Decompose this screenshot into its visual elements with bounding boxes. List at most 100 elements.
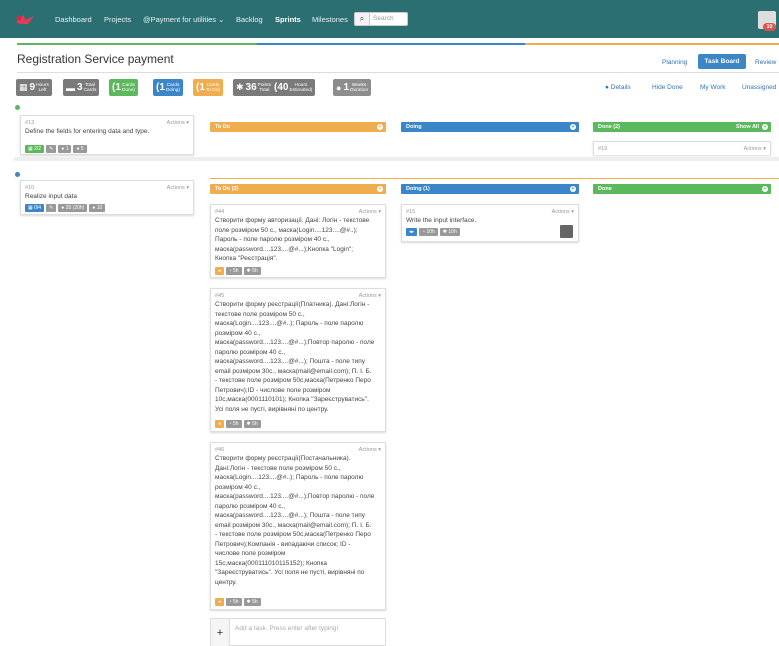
card-actions-menu[interactable]: Actions ▾ <box>744 146 766 152</box>
add-task-input[interactable]: Add a task. Press enter after typing! <box>235 625 338 632</box>
tab-review[interactable]: Review <box>755 59 776 66</box>
nav-dashboard[interactable]: Dashboard <box>55 15 92 24</box>
nav-sprints[interactable]: Sprints <box>275 15 301 24</box>
tab-planning[interactable]: Planning <box>662 59 687 66</box>
story-card[interactable]: #13 Actions ▾ Define the fields for ente… <box>20 115 194 155</box>
estimate-badge: ◔ 5h <box>225 420 242 428</box>
lane-status-dot <box>15 105 20 110</box>
details-toggle[interactable]: ● Details <box>605 84 631 91</box>
calendar-icon: ▦ <box>19 82 28 92</box>
stat-points-total: ✱ 36 Points Total (40 Hours Estimated) <box>233 79 316 96</box>
card-description: Створити форму реєстрації(Платника). Дан… <box>215 301 375 413</box>
tab-task-board[interactable]: Task Board <box>698 54 746 69</box>
add-circle-icon[interactable]: + <box>377 124 383 130</box>
add-circle-icon[interactable]: + <box>762 186 768 192</box>
hours-badge: ● 10 <box>89 204 106 212</box>
nav-project-dropdown[interactable]: @Payment for utilities ⌄ <box>143 15 224 24</box>
card-description: Створити форму реєстрації(Постачальника)… <box>215 455 375 586</box>
card-actions-menu[interactable]: Actions ▾ <box>167 185 189 191</box>
card-actions-menu[interactable]: Actions ▾ <box>359 293 381 299</box>
edit-icon[interactable]: ✎ <box>46 204 57 212</box>
caret-down-icon: ⌄ <box>218 15 225 24</box>
assignee-avatar[interactable] <box>560 225 573 238</box>
done-card-collapsed[interactable]: #19 Actions ▾ <box>593 141 771 155</box>
stat-total-cards: ▬ 3 Total Cards <box>63 79 100 96</box>
column-header-doing: Doing (1) + <box>401 184 579 194</box>
cards-icon: ▬ <box>66 82 75 93</box>
column-header-todo: To Do (3) + <box>210 184 386 194</box>
card-number: #46 <box>215 447 225 453</box>
card-number: #15 <box>406 209 416 215</box>
unassigned-filter[interactable]: Unassigned <box>742 84 776 91</box>
story-card[interactable]: #10 Actions ▾ Realize input data ▦ 0/4 ✎… <box>20 180 194 215</box>
nav-backlog[interactable]: Backlog <box>236 15 263 24</box>
title-divider <box>17 72 779 73</box>
add-circle-icon[interactable]: + <box>570 186 576 192</box>
card-actions-menu[interactable]: Actions ▾ <box>359 447 381 453</box>
column-header-todo: To Do + <box>210 122 386 132</box>
hours-badge: ● 5 <box>73 145 87 153</box>
app-logo-icon[interactable] <box>14 12 36 26</box>
remaining-badge: ✱ 5h <box>243 267 261 275</box>
estimate-badge: ◔ 5h <box>225 267 242 275</box>
nav-projects[interactable]: Projects <box>104 15 131 24</box>
card-actions-menu[interactable]: Actions ▾ <box>167 120 189 126</box>
add-task-box[interactable]: + Add a task. Press enter after typing! <box>210 618 386 646</box>
asterisk-icon: ✱ <box>236 82 244 92</box>
remaining-badge: ✱ 5h <box>243 420 261 428</box>
search-icon[interactable]: ⌕ <box>354 12 370 26</box>
my-work-filter[interactable]: My Work <box>700 84 726 91</box>
add-task-button[interactable]: + <box>211 619 230 646</box>
card-description: Створити форму авторизації. Дані: Логін … <box>215 217 370 262</box>
status-arrows-icon[interactable]: ◂▸ <box>406 228 418 236</box>
stat-cards-doing: (1 Cards Doing) <box>153 79 184 96</box>
progress-line-green <box>17 43 257 45</box>
lane-divider <box>14 157 779 161</box>
stat-cards-done: (1 Cards Done) <box>109 79 138 96</box>
card-actions-menu[interactable]: Actions ▾ <box>552 209 574 215</box>
column-header-doing: Doing + <box>401 122 579 132</box>
card-number: #44 <box>215 209 225 215</box>
points-badge: ● 20 (20h) <box>58 204 88 212</box>
task-card[interactable]: #45 Actions ▾ Створити форму реєстрації(… <box>210 288 386 432</box>
points-badge: ● 1 <box>58 145 72 153</box>
task-card[interactable]: #46 Actions ▾ Створити форму реєстрації(… <box>210 442 386 610</box>
status-arrow-icon[interactable]: ◂ <box>215 267 224 275</box>
card-title: Realize input data <box>25 193 78 200</box>
search-input[interactable]: Search <box>370 12 408 26</box>
task-card[interactable]: #15 Actions ▾ Write the input interface.… <box>401 204 579 242</box>
tasks-badge: ▦ 2/2 <box>25 145 45 153</box>
drop-icon: ● <box>605 84 609 91</box>
estimate-badge: ◔ 10h <box>419 228 438 236</box>
notification-badge: 10 <box>763 23 776 31</box>
remaining-badge: ✱ 10h <box>439 228 460 236</box>
nav-milestones[interactable]: Milestones <box>312 15 348 24</box>
stat-hours-left: ▦ 9 Hours Left <box>16 79 52 96</box>
add-circle-icon[interactable]: + <box>762 124 768 130</box>
circle-icon: ● <box>336 82 342 93</box>
lane-status-dot <box>15 172 20 177</box>
add-circle-icon[interactable]: + <box>570 124 576 130</box>
column-header-done: Done + <box>593 184 771 194</box>
card-number: #19 <box>598 146 608 152</box>
stat-duration: ● 1 Weeks Duration <box>333 79 372 96</box>
card-title: Write the input interface. <box>406 217 477 224</box>
card-number: #45 <box>215 293 225 299</box>
remaining-badge: ✱ 5h <box>243 598 261 606</box>
card-title: Define the fields for entering data and … <box>25 128 150 135</box>
add-circle-icon[interactable]: + <box>377 186 383 192</box>
tasks-badge: ▦ 0/4 <box>25 204 45 212</box>
hide-done-filter[interactable]: Hide Done <box>652 84 683 91</box>
progress-line-blue <box>257 43 525 45</box>
show-all-link[interactable]: Show All <box>736 122 759 132</box>
top-navbar: Dashboard Projects @Payment for utilitie… <box>0 0 779 38</box>
status-arrow-icon[interactable]: ◂ <box>215 598 224 606</box>
card-actions-menu[interactable]: Actions ▾ <box>359 209 381 215</box>
page-title: Registration Service payment <box>17 52 174 66</box>
task-card[interactable]: #44 Actions ▾ Створити форму авторизації… <box>210 204 386 278</box>
column-header-done: Done (2) Show All + <box>593 122 771 132</box>
progress-line-orange <box>525 43 779 45</box>
status-arrow-icon[interactable]: ◂ <box>215 420 224 428</box>
card-number: #13 <box>25 120 35 126</box>
edit-icon[interactable]: ✎ <box>46 145 57 153</box>
